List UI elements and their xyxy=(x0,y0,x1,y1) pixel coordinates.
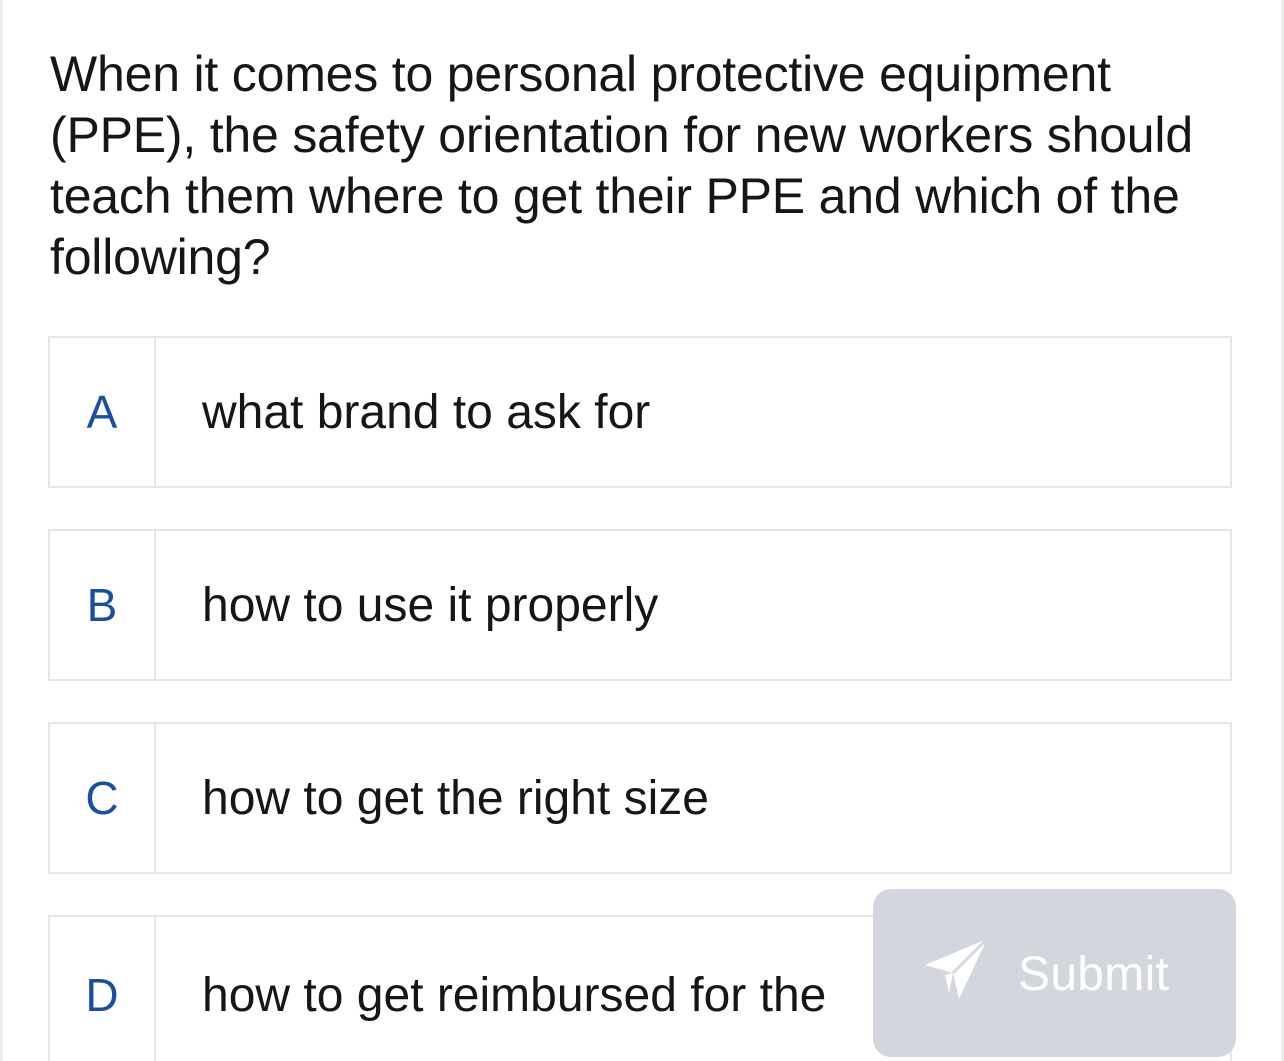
option-letter: C xyxy=(50,724,156,872)
send-icon xyxy=(925,937,989,999)
submit-button[interactable]: Submit xyxy=(873,889,1236,1057)
option-text: how to use it properly xyxy=(202,578,659,632)
option-c[interactable]: C how to get the right size xyxy=(48,722,1232,874)
option-text: what brand to ask for xyxy=(202,385,651,439)
option-letter: A xyxy=(50,338,156,486)
option-b[interactable]: B how to use it properly xyxy=(48,529,1232,681)
submit-label: Submit xyxy=(1018,948,1170,1001)
question-text: When it comes to personal protective equ… xyxy=(50,46,1193,285)
left-frame-border xyxy=(0,0,3,1061)
option-letter: B xyxy=(50,531,156,679)
option-text: how to get the right size xyxy=(202,771,709,825)
option-a[interactable]: A what brand to ask for xyxy=(48,336,1232,488)
option-letter: D xyxy=(50,917,156,1061)
